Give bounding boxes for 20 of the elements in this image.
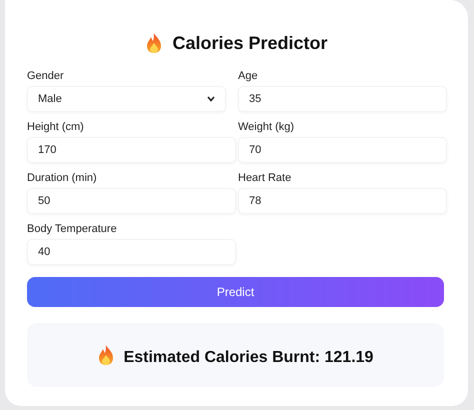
input-field[interactable]: 35 xyxy=(238,86,447,112)
app-title: Calories Predictor xyxy=(172,32,328,54)
field-label: Duration (min) xyxy=(27,172,98,184)
field-label: Height (cm) xyxy=(27,121,85,133)
field-label: Age xyxy=(238,70,259,82)
input-field[interactable]: 40 xyxy=(27,239,236,265)
result-text: Estimated Calories Burnt: 121.19 xyxy=(124,349,374,367)
gender-dropdown[interactable]: Male xyxy=(27,86,226,112)
field-label: Gender xyxy=(27,70,65,82)
predict-button[interactable]: Predict xyxy=(27,277,444,307)
input-field[interactable]: 78 xyxy=(238,188,447,214)
input-field[interactable]: 50 xyxy=(27,188,236,214)
field-label: Weight (kg) xyxy=(238,121,296,133)
field-label: Body Temperature xyxy=(27,223,118,235)
input-field[interactable]: 70 xyxy=(238,137,447,163)
flame-icon xyxy=(146,32,162,54)
chevron-down-icon xyxy=(206,96,215,102)
input-field[interactable]: 170 xyxy=(27,137,236,163)
flame-icon xyxy=(98,344,114,366)
field-label: Heart Rate xyxy=(238,172,292,184)
